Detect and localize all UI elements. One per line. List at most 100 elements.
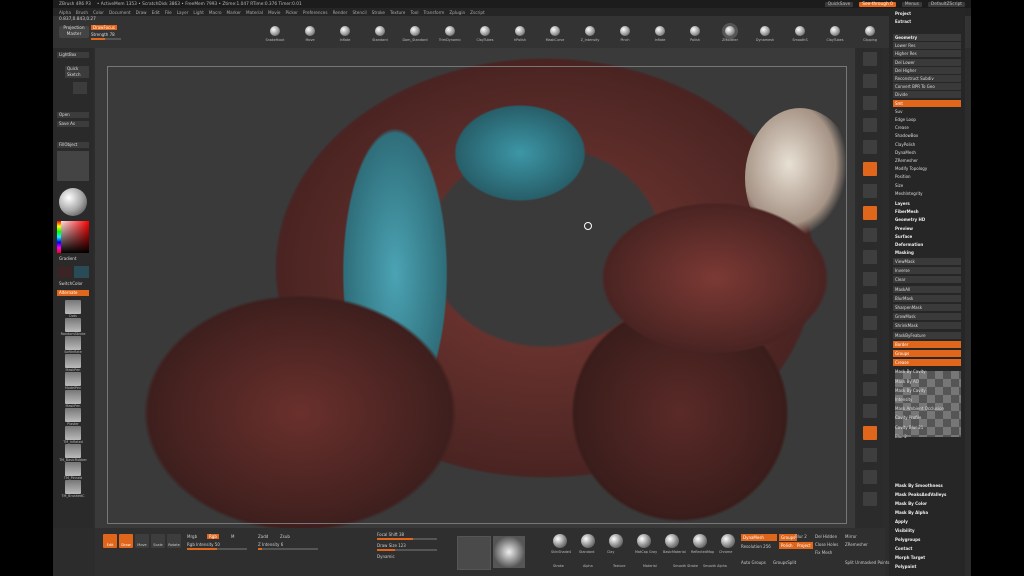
material-basicmaterial-icon[interactable]	[665, 534, 679, 548]
brush-inflate[interactable]: Inflate	[333, 26, 357, 46]
panel-masking-item[interactable]: Cavity Profile	[893, 414, 961, 421]
panel-masking-item[interactable]: SharpenMask	[893, 304, 961, 311]
del-hidden-button[interactable]: Del Hidden	[815, 534, 837, 539]
dynamesh-button[interactable]: DynaMesh	[741, 534, 777, 541]
material-reflectedmap-icon[interactable]	[693, 534, 707, 548]
z-intensity-slider[interactable]	[258, 548, 318, 550]
alpha-thumb[interactable]	[65, 300, 81, 314]
slot-label[interactable]: Stroke	[553, 564, 564, 568]
hue-strip[interactable]	[57, 221, 61, 253]
panel-masking-item[interactable]: MaskAll	[893, 285, 961, 293]
quick-sketch-button[interactable]: Quick Sketch	[65, 66, 89, 78]
slot-label[interactable]: Smooth Stroke	[673, 564, 698, 568]
menus-button[interactable]: Menus	[901, 1, 922, 7]
panel-masking-item[interactable]: GrowMask	[893, 313, 961, 321]
move-button[interactable]: Move	[135, 534, 149, 548]
ghost-icon[interactable]	[863, 360, 877, 374]
panel-bottom-item[interactable]: Mask By Color	[893, 500, 961, 507]
m-button[interactable]: M	[231, 534, 234, 539]
panel-masking-item[interactable]: ViewMask	[893, 258, 961, 265]
panel-bottom-item[interactable]: Apply	[893, 518, 961, 525]
brush-dam_standard[interactable]: Dam_Standard	[402, 26, 428, 46]
panel-bottom-item[interactable]: Mask By Smoothness	[893, 482, 961, 489]
panel-sections-item[interactable]: Deformation	[893, 241, 961, 248]
panel-sections-item[interactable]: Geometry HD	[893, 216, 961, 223]
panel-top-item[interactable]: Extract	[893, 18, 961, 25]
panel-geom-item[interactable]: Lower Res	[893, 42, 961, 50]
material-skinshade4-icon[interactable]	[553, 534, 567, 548]
frame-icon[interactable]	[863, 206, 877, 220]
menu-zplugin[interactable]: Zplugin	[449, 10, 465, 15]
menu-transform[interactable]: Transform	[423, 10, 444, 15]
alpha-thumb[interactable]	[65, 354, 81, 368]
slot-label[interactable]: Alpha	[583, 564, 593, 568]
menu-texture[interactable]: Texture	[390, 10, 405, 15]
zoom-icon[interactable]	[863, 74, 877, 88]
material-chrome-icon[interactable]	[721, 534, 735, 548]
panel-masking-item[interactable]: MaskByFeature	[893, 331, 961, 339]
alpha-thumb[interactable]	[65, 408, 81, 422]
panel-masking-item[interactable]: BlurMask	[893, 294, 961, 302]
fix-mesh-button[interactable]: Fix Mesh	[815, 550, 832, 555]
main-color-swatch[interactable]	[57, 266, 72, 278]
panel-geom-item[interactable]: Smt	[893, 99, 961, 107]
material-standard-icon[interactable]	[581, 534, 595, 548]
panel-geom-item[interactable]: Modify Topology	[893, 165, 961, 172]
brush-claytubes[interactable]: ClayTubes	[473, 26, 497, 46]
panel-geom-item[interactable]: Size	[893, 182, 961, 189]
menu-movie[interactable]: Movie	[268, 10, 280, 15]
texture-slot[interactable]	[457, 536, 491, 570]
panel-bottom-item[interactable]: Contact	[893, 545, 961, 552]
alpha-thumb[interactable]	[65, 444, 81, 458]
material-slot[interactable]	[57, 151, 89, 181]
blur-label[interactable]: Blur 2	[795, 534, 807, 539]
panel-masking-item[interactable]: Cavity Blur 21	[893, 424, 961, 431]
brush-hpolish[interactable]: hPolish	[508, 26, 532, 46]
menu-edit[interactable]: Edit	[152, 10, 160, 15]
see-through-slider[interactable]: See-through 0	[859, 1, 896, 7]
alpha-thumb[interactable]	[65, 480, 81, 494]
brush-claytubes[interactable]: ClayTubes	[823, 26, 847, 46]
panel-bottom-item[interactable]: Visibility	[893, 527, 961, 534]
panel-masking-item[interactable]: Clear	[893, 276, 961, 284]
alternate-button[interactable]: Alternate	[57, 290, 89, 296]
scale-button[interactable]: Scale	[151, 534, 165, 548]
panel-bottom-item[interactable]: Mask By Alpha	[893, 509, 961, 516]
alpha-thumb[interactable]	[65, 372, 81, 386]
panel-geom-item[interactable]: Del Higher	[893, 66, 961, 74]
menu-picker[interactable]: Picker	[285, 10, 297, 15]
polyframe-icon[interactable]	[863, 316, 877, 330]
gradient-label[interactable]: Gradient	[57, 256, 89, 262]
brush-inflate[interactable]: Inflate	[648, 26, 672, 46]
menu-stencil[interactable]: Stencil	[352, 10, 366, 15]
lasso-icon[interactable]	[863, 448, 877, 462]
menu-layer[interactable]: Layer	[177, 10, 189, 15]
menu-stroke[interactable]: Stroke	[372, 10, 385, 15]
alpha-thumb[interactable]	[65, 426, 81, 440]
menu-color[interactable]: Color	[93, 10, 104, 15]
actual-icon[interactable]	[863, 96, 877, 110]
panel-geom-item[interactable]: Del Lower	[893, 58, 961, 66]
quicksave-button[interactable]: QuickSave	[824, 1, 854, 7]
save-as-button[interactable]: Save As	[57, 121, 89, 127]
brush-z_intensity[interactable]: Z_Intensity	[578, 26, 602, 46]
groups-split-button[interactable]: GroupsSplit	[773, 560, 796, 565]
sketch-icon[interactable]	[73, 82, 87, 94]
color-icon[interactable]	[863, 426, 877, 440]
projection-master-button[interactable]: Projection Master	[59, 26, 89, 38]
slot-label[interactable]: Material	[643, 564, 657, 568]
slot-label[interactable]: Smooth Alpha	[703, 564, 727, 568]
menu-tool[interactable]: Tool	[410, 10, 418, 15]
panel-sections-item[interactable]: Masking	[893, 249, 961, 256]
draw-button[interactable]: Draw	[119, 534, 133, 548]
fill-object-button[interactable]: FillObject	[57, 142, 89, 148]
panel-top-item[interactable]: Project	[893, 10, 961, 17]
resolution-label[interactable]: Resolution 256	[741, 544, 771, 549]
brush-dynamesh[interactable]: Dynamesh	[753, 26, 777, 46]
menu-light[interactable]: Light	[193, 10, 203, 15]
panel-bottom-item[interactable]: Polygroups	[893, 536, 961, 543]
panel-geom-item[interactable]: Higher Res	[893, 50, 961, 58]
zoom2-icon[interactable]	[863, 470, 877, 484]
polish-button[interactable]: Polish	[779, 542, 795, 549]
draw-focus-box[interactable]: DrawFocus Strength 78	[91, 25, 126, 41]
